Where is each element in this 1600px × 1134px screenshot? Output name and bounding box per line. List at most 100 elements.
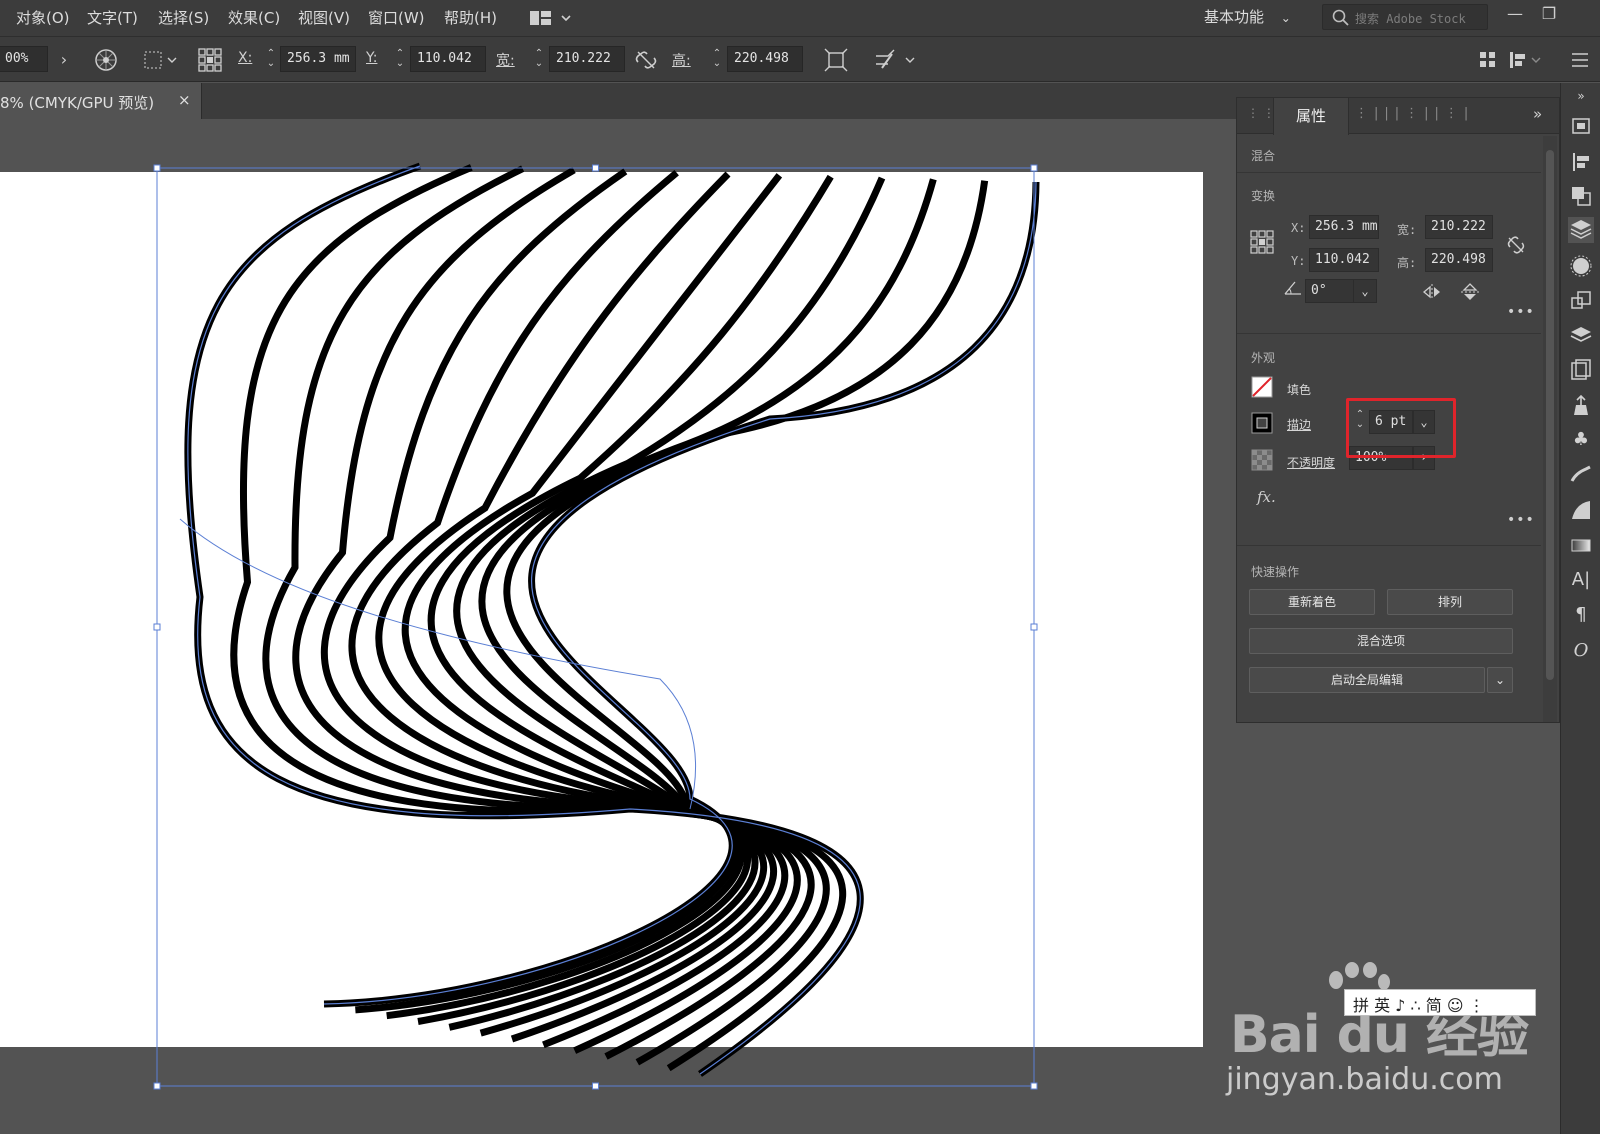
brushes-icon[interactable] xyxy=(1568,461,1594,487)
align-icon[interactable] xyxy=(1568,149,1594,175)
panel-menu-icon[interactable] xyxy=(1566,46,1594,74)
arrange-documents-button[interactable] xyxy=(528,8,578,28)
asset-export-icon[interactable] xyxy=(1568,393,1594,419)
blend-step-path xyxy=(292,166,815,1060)
flip-vertical-icon[interactable] xyxy=(1459,282,1481,302)
y-stepper-icon[interactable]: ⌃ ⌄ xyxy=(393,49,407,71)
menu-object[interactable]: 对象(O) xyxy=(16,7,70,28)
gradient-icon[interactable] xyxy=(1568,532,1594,558)
x-stepper-icon[interactable]: ⌃ ⌄ xyxy=(264,49,278,71)
resize-handle[interactable] xyxy=(1030,164,1038,172)
search-icon xyxy=(1332,9,1349,26)
ime-toolbar[interactable]: 拼 英 ♪ ∴ 简 ☺ ⋮ xyxy=(1344,989,1536,1016)
opentype-icon[interactable]: O xyxy=(1568,638,1594,664)
quick-actions-section-title: 快速操作 xyxy=(1251,565,1300,579)
y-position-field[interactable]: 110.042 xyxy=(410,46,486,72)
workspace-switcher[interactable]: 基本功能 ⌄ xyxy=(1204,6,1291,27)
opacity-label[interactable]: 不透明度 xyxy=(1287,454,1335,471)
x-position-field[interactable]: 256.3 mm xyxy=(1309,215,1379,239)
appearance-section-title: 外观 xyxy=(1251,351,1276,365)
menu-help[interactable]: 帮助(H) xyxy=(444,7,497,28)
rotate-angle-icon xyxy=(1284,281,1301,295)
tab-properties[interactable]: 属性 xyxy=(1273,98,1349,135)
transform-section-title: 变换 xyxy=(1251,189,1276,203)
more-options-icon[interactable]: ••• xyxy=(1507,512,1535,528)
fx-effects-button[interactable]: fx. xyxy=(1257,488,1276,506)
height-field[interactable]: 220.498 xyxy=(1425,248,1493,272)
x-position-field[interactable]: 256.3 mm xyxy=(280,46,356,72)
libraries-icon[interactable] xyxy=(1568,113,1594,139)
character-icon[interactable]: A| xyxy=(1568,567,1594,593)
resize-handle[interactable] xyxy=(153,623,161,631)
recolor-button[interactable]: 重新着色 xyxy=(1249,589,1375,615)
graphic-styles-icon[interactable] xyxy=(1568,497,1594,523)
stock-search-input[interactable]: 搜索 Adobe Stock xyxy=(1322,4,1488,30)
chevron-down-icon[interactable]: ⌄ xyxy=(1487,667,1513,693)
unlink-proportions-icon[interactable] xyxy=(632,46,660,74)
x-label: X: xyxy=(238,50,253,66)
fill-label: 填色 xyxy=(1287,383,1312,397)
stroke-swatch-icon[interactable] xyxy=(1251,412,1273,434)
control-bar: 00% › X: ⌃ ⌄ 256.3 mm Y: ⌃ ⌄ 110.042 宽: ⌃ ⌄ xyxy=(0,36,1600,82)
resize-handle[interactable] xyxy=(153,1082,161,1090)
width-field[interactable]: 210.222 xyxy=(549,46,625,72)
collapsed-tabs-icon[interactable]: ⋮|||⋮||⋮| xyxy=(1355,106,1474,121)
resize-handle[interactable] xyxy=(153,164,161,172)
arrange-grid-icon[interactable] xyxy=(1474,46,1502,74)
resize-handle[interactable] xyxy=(1030,623,1038,631)
menu-view[interactable]: 视图(V) xyxy=(298,7,350,28)
width-field[interactable]: 210.222 xyxy=(1425,215,1493,239)
opacity-checker-icon xyxy=(1251,449,1273,471)
align-panel-icon[interactable] xyxy=(1506,46,1546,74)
restore-button[interactable]: ❐ xyxy=(1536,2,1562,28)
chevron-right-icon[interactable]: › xyxy=(50,46,78,74)
more-options-icon[interactable]: ••• xyxy=(1507,304,1535,320)
width-stepper-icon[interactable]: ⌃ ⌄ xyxy=(532,49,546,71)
menu-select[interactable]: 选择(S) xyxy=(158,7,209,28)
fill-none-swatch-icon[interactable] xyxy=(1251,376,1273,398)
pathfinder-icon[interactable] xyxy=(1568,183,1594,209)
reference-point-icon[interactable] xyxy=(1249,229,1275,255)
blend-spines xyxy=(179,165,1037,1075)
y-position-field[interactable]: 110.042 xyxy=(1309,248,1379,272)
properties-icon[interactable] xyxy=(1568,217,1594,243)
transform-bounds-icon[interactable] xyxy=(822,46,850,74)
stroke-label[interactable]: 描边 xyxy=(1287,416,1311,433)
chevron-down-icon[interactable]: ⌄ xyxy=(1353,279,1377,303)
reference-point-icon[interactable] xyxy=(196,46,224,74)
menu-window[interactable]: 窗口(W) xyxy=(368,7,425,28)
blend-options-button[interactable]: 混合选项 xyxy=(1249,628,1513,654)
menu-type[interactable]: 文字(T) xyxy=(87,7,138,28)
puppet-warp-icon[interactable] xyxy=(872,46,918,74)
layers-icon[interactable] xyxy=(1568,323,1594,349)
scrollbar-thumb[interactable] xyxy=(1546,150,1554,680)
start-global-edit-button[interactable]: 启动全局编辑 xyxy=(1249,667,1485,693)
align-dropdown-icon[interactable] xyxy=(142,46,178,74)
flip-horizontal-icon[interactable] xyxy=(1421,282,1443,302)
rotate-angle-value: 0° xyxy=(1311,283,1327,298)
expand-panel-icon[interactable]: » xyxy=(1533,105,1542,123)
blend-step-path xyxy=(386,178,937,1020)
resize-handle[interactable] xyxy=(592,164,599,172)
grip-icon[interactable]: ⋮ ⋮ xyxy=(1247,106,1275,120)
appearance-icon[interactable] xyxy=(1568,253,1594,279)
height-stepper-icon[interactable]: ⌃ ⌄ xyxy=(710,49,724,71)
document-tab[interactable]: 8% (CMYK/GPU 预览) × xyxy=(0,83,202,119)
close-icon[interactable]: × xyxy=(178,91,191,109)
zoom-field[interactable]: 00% xyxy=(0,46,48,72)
menu-effect[interactable]: 效果(C) xyxy=(228,7,280,28)
unlink-proportions-icon[interactable] xyxy=(1503,232,1529,258)
collapse-dock-icon[interactable]: » xyxy=(1568,83,1594,109)
minimize-button[interactable]: — xyxy=(1502,2,1528,28)
height-field[interactable]: 220.498 xyxy=(727,46,803,72)
resize-handle[interactable] xyxy=(1030,1082,1038,1090)
symbols-icon[interactable]: ♣ xyxy=(1568,427,1594,453)
paragraph-icon[interactable]: ¶ xyxy=(1568,602,1594,628)
resize-handle[interactable] xyxy=(592,1082,599,1090)
y-label: Y: xyxy=(1291,254,1306,268)
panel-scrollbar[interactable] xyxy=(1543,136,1557,722)
transform-icon[interactable] xyxy=(1568,288,1594,314)
artboards-icon[interactable] xyxy=(1568,357,1594,383)
recolor-artwork-icon[interactable] xyxy=(92,46,120,74)
arrange-button[interactable]: 排列 xyxy=(1387,589,1513,615)
